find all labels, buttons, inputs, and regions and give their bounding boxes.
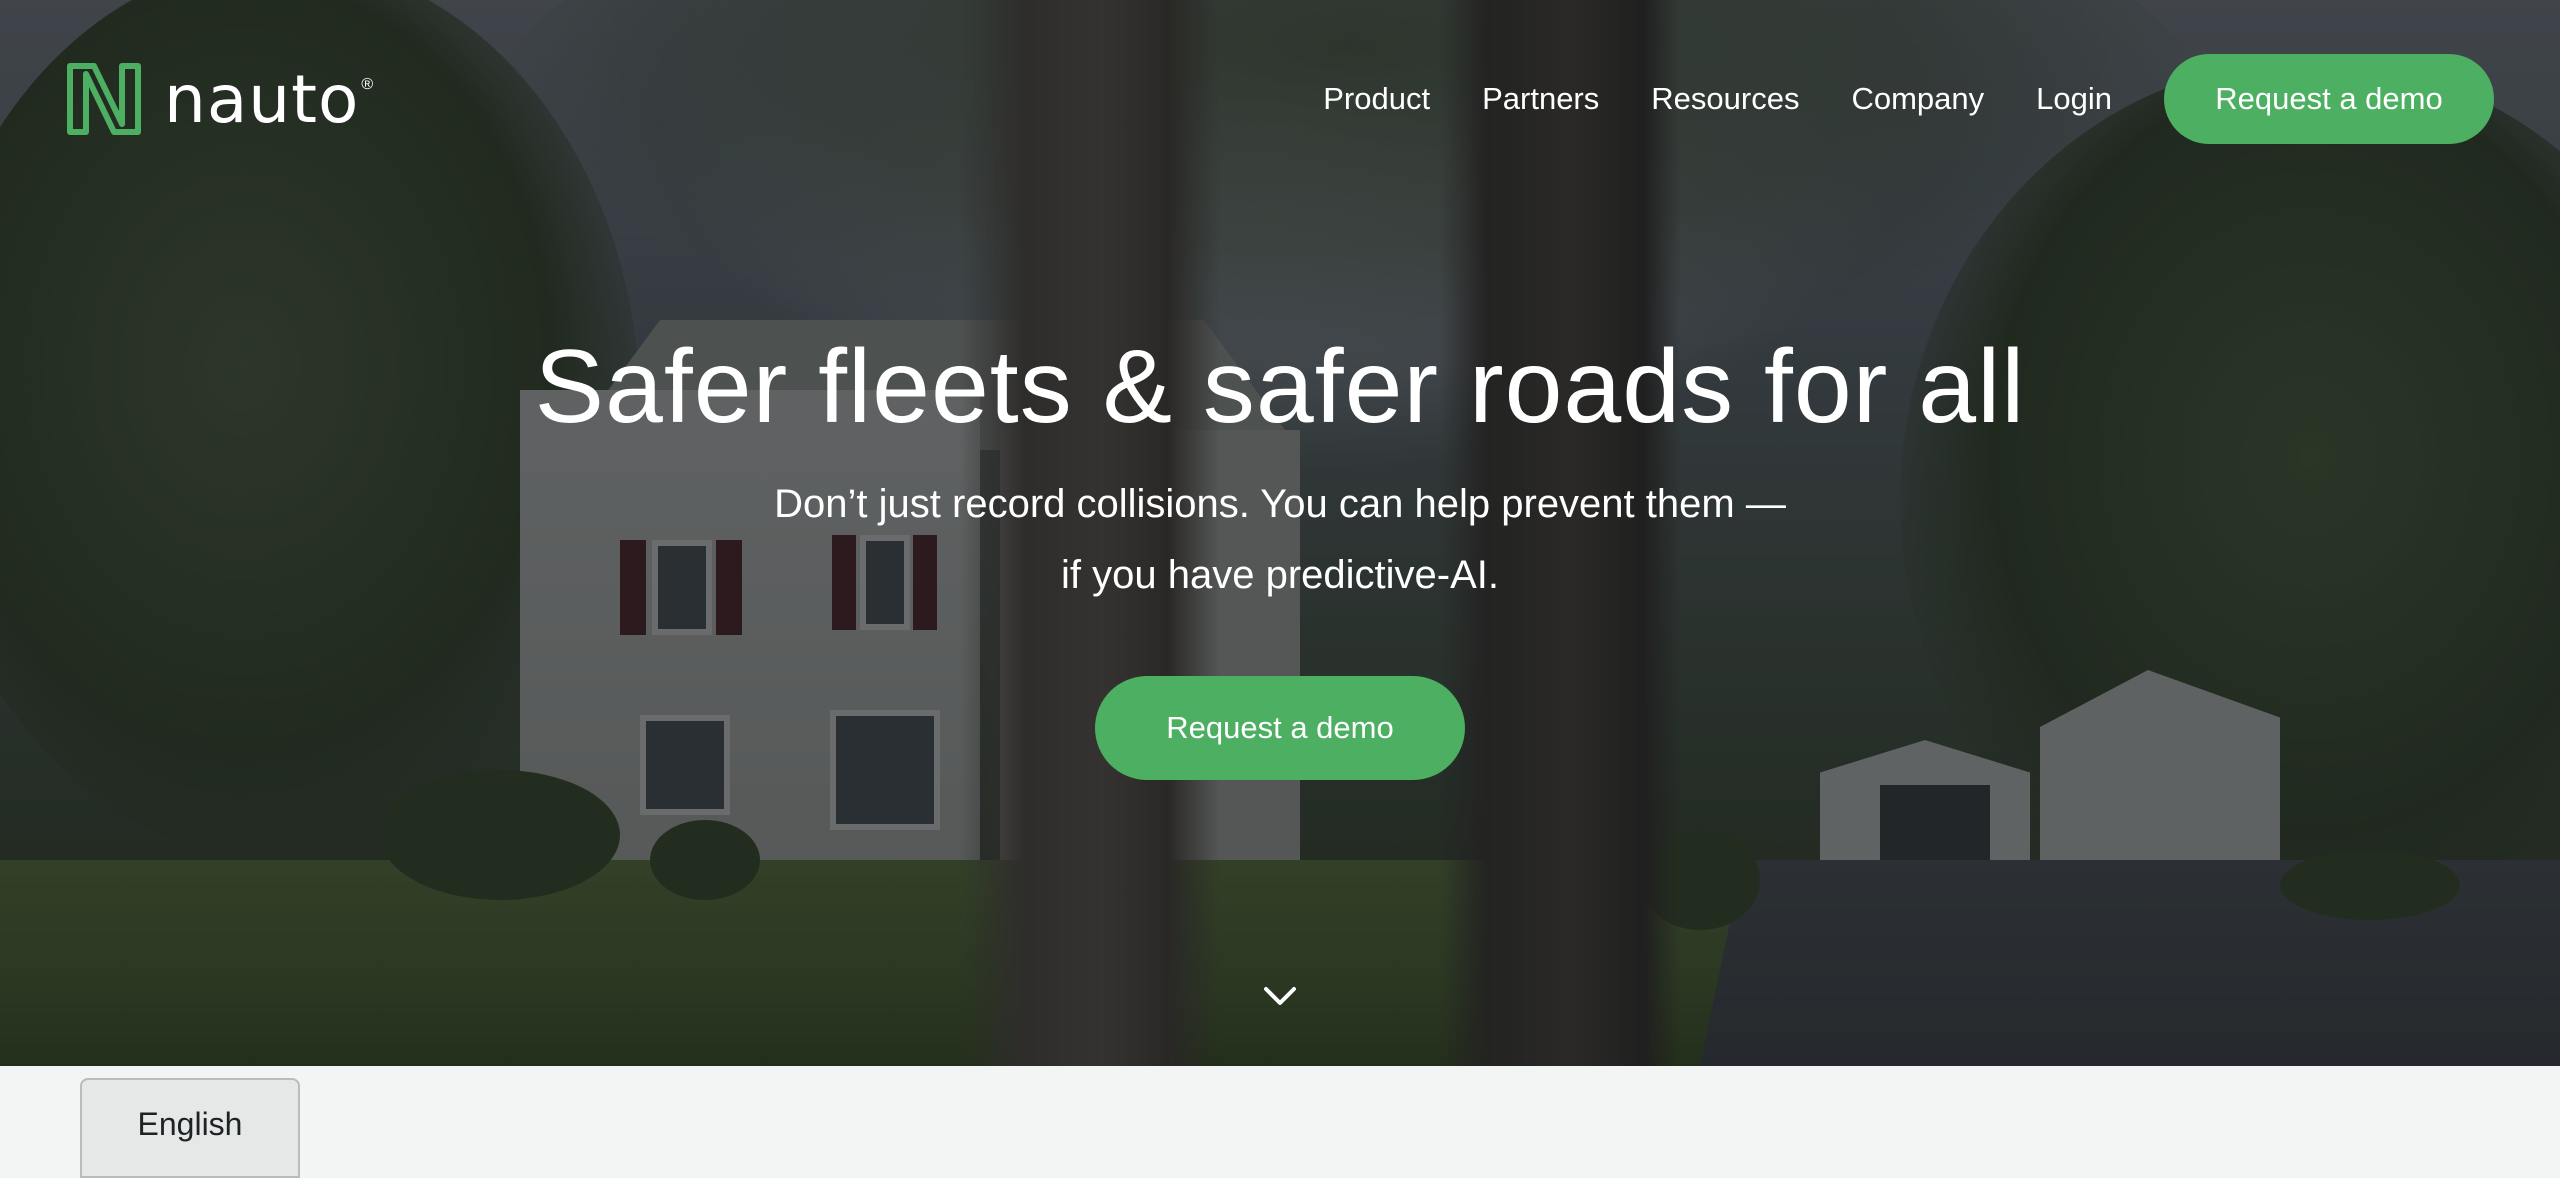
hero-subline-2: if you have predictive-AI. — [1061, 553, 1499, 597]
nav-item-product[interactable]: Product — [1323, 81, 1430, 117]
nav-item-resources[interactable]: Resources — [1651, 81, 1799, 117]
nauto-logo[interactable]: nauto ® — [64, 60, 373, 138]
hero-request-demo-button[interactable]: Request a demo — [1095, 676, 1465, 780]
language-selector[interactable]: English — [80, 1078, 300, 1178]
nav-item-company[interactable]: Company — [1851, 81, 1984, 117]
header-request-demo-button[interactable]: Request a demo — [2164, 54, 2494, 144]
language-label: English — [137, 1106, 243, 1142]
registered-mark: ® — [361, 76, 374, 93]
hero-section: nauto ® Product Partners Resources Compan… — [0, 0, 2560, 1066]
hero-subline-1: Don’t just record collisions. You can he… — [774, 482, 1786, 526]
hero-headline: Safer fleets & safer roads for all — [534, 329, 2026, 445]
nav-item-partners[interactable]: Partners — [1482, 81, 1599, 117]
nauto-n-logo-icon — [67, 63, 141, 135]
main-nav: Product Partners Resources Company Login… — [1323, 54, 2560, 144]
brand-name: nauto — [164, 60, 360, 138]
nav-item-login[interactable]: Login — [2036, 81, 2112, 117]
hero-overlay — [0, 0, 2560, 1066]
chevron-down-icon[interactable] — [1262, 984, 1298, 1008]
